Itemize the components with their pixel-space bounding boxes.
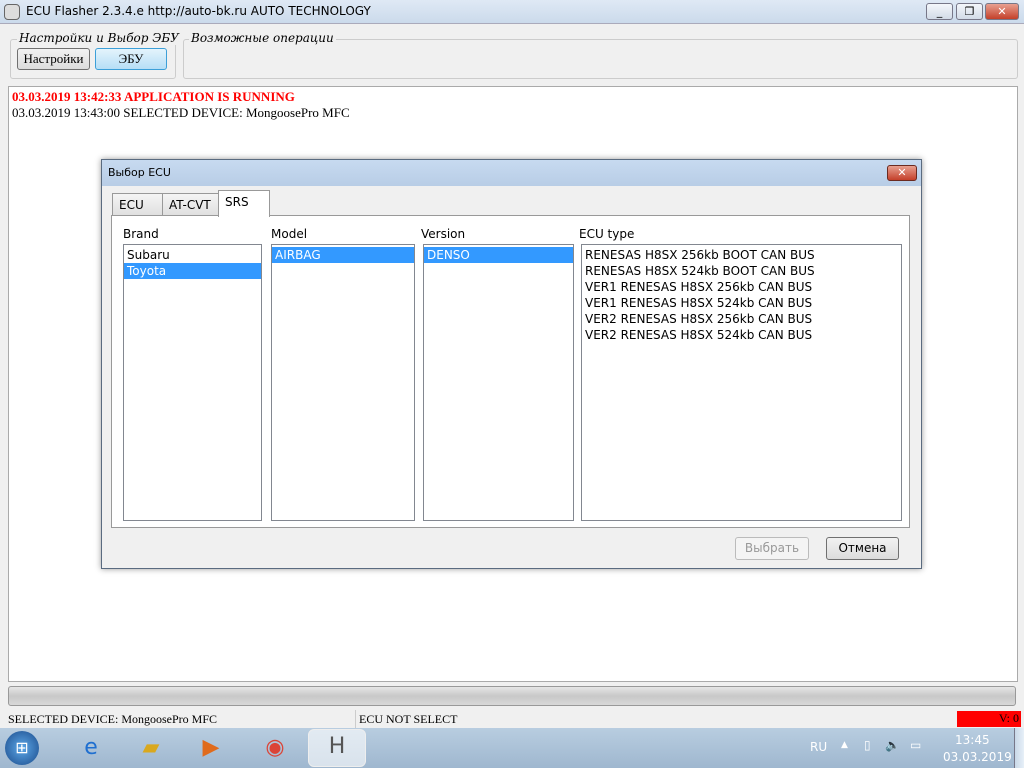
minimize-button[interactable]: _	[926, 3, 953, 20]
volume-icon[interactable]: 🔈	[885, 738, 900, 752]
operations-group	[183, 39, 1018, 79]
log-line: 03.03.2019 13:42:33 APPLICATION IS RUNNI…	[12, 89, 295, 104]
settings-button[interactable]: Настройки	[17, 48, 90, 70]
ecu-type-label: ECU type	[579, 227, 635, 241]
model-label: Model	[271, 227, 308, 241]
status-version: V: 0	[957, 711, 1021, 727]
taskbar: ⊞ e ▰ ▶ ◉ H RU ▲ ▯ 🔈 ▭ 13:45 03.03.2019	[0, 728, 1024, 768]
chrome-icon[interactable]: ◉	[258, 731, 292, 765]
tab-ecu[interactable]: ECU	[112, 193, 163, 215]
status-divider	[355, 710, 356, 728]
maximize-button[interactable]: ❐	[956, 3, 983, 20]
window-title: ECU Flasher 2.3.4.e http://auto-bk.ru AU…	[26, 4, 371, 18]
status-bar: SELECTED DEVICE: MongoosePro MFC ECU NOT…	[0, 710, 1024, 728]
dialog-title-bar: Выбор ECU ✕	[102, 160, 921, 186]
model-list[interactable]: AIRBAG	[271, 244, 415, 521]
status-device: SELECTED DEVICE: MongoosePro MFC	[8, 712, 218, 726]
ecu-type-list[interactable]: RENESAS H8SX 256kb BOOT CAN BUS RENESAS …	[581, 244, 902, 521]
title-bar: ECU Flasher 2.3.4.e http://auto-bk.ru AU…	[0, 0, 1024, 24]
ecu-button[interactable]: ЭБУ	[95, 48, 167, 70]
tab-at-cvt[interactable]: AT-CVT	[162, 193, 219, 215]
srs-tab-panel: Brand Subaru Toyota Model AIRBAG Version…	[111, 215, 910, 528]
dialog-close-button[interactable]: ✕	[887, 165, 917, 181]
ecu-flasher-taskbar-icon[interactable]: H	[308, 729, 366, 767]
brand-list[interactable]: Subaru Toyota	[123, 244, 262, 521]
brand-label: Brand	[123, 227, 159, 241]
internet-explorer-icon[interactable]: e	[74, 731, 108, 765]
language-indicator[interactable]: RU	[810, 740, 827, 754]
log-line: 03.03.2019 13:43:00 SELECTED DEVICE: Mon…	[12, 105, 350, 120]
close-button[interactable]: ✕	[985, 3, 1019, 20]
start-button[interactable]: ⊞	[5, 731, 39, 765]
list-item[interactable]: VER2 RENESAS H8SX 524kb CAN BUS	[582, 327, 901, 343]
list-item[interactable]: RENESAS H8SX 524kb BOOT CAN BUS	[582, 263, 901, 279]
list-item[interactable]: RENESAS H8SX 256kb BOOT CAN BUS	[582, 247, 901, 263]
operations-group-label: Возможные операции	[189, 31, 336, 45]
list-item-selected[interactable]: DENSO	[424, 247, 573, 263]
show-hidden-icons[interactable]: ▲	[841, 740, 848, 750]
app-icon	[4, 4, 20, 20]
version-label: Version	[421, 227, 466, 241]
battery-icon[interactable]: ▯	[864, 738, 871, 752]
tab-srs[interactable]: SRS	[218, 190, 270, 217]
list-item-selected[interactable]: Toyota	[124, 263, 261, 279]
show-desktop-button[interactable]	[1014, 728, 1024, 768]
settings-group-label: Настройки и Выбор ЭБУ	[17, 31, 181, 45]
ecu-select-dialog: Выбор ECU ✕ ECU AT-CVT SRS Brand Subaru …	[101, 159, 922, 569]
media-player-icon[interactable]: ▶	[194, 731, 228, 765]
list-item[interactable]: Subaru	[124, 247, 261, 263]
clock-time[interactable]: 13:45	[955, 733, 990, 747]
file-explorer-icon[interactable]: ▰	[134, 731, 168, 765]
progress-bar	[8, 686, 1016, 706]
list-item[interactable]: VER2 RENESAS H8SX 256kb CAN BUS	[582, 311, 901, 327]
select-button[interactable]: Выбрать	[735, 537, 809, 560]
clock-date[interactable]: 03.03.2019	[943, 750, 1012, 764]
network-icon[interactable]: ▭	[910, 738, 921, 752]
list-item[interactable]: VER1 RENESAS H8SX 256kb CAN BUS	[582, 279, 901, 295]
list-item[interactable]: VER1 RENESAS H8SX 524kb CAN BUS	[582, 295, 901, 311]
cancel-button[interactable]: Отмена	[826, 537, 899, 560]
status-ecu: ECU NOT SELECT	[359, 712, 458, 726]
version-list[interactable]: DENSO	[423, 244, 574, 521]
dialog-title: Выбор ECU	[108, 166, 171, 179]
list-item-selected[interactable]: AIRBAG	[272, 247, 414, 263]
